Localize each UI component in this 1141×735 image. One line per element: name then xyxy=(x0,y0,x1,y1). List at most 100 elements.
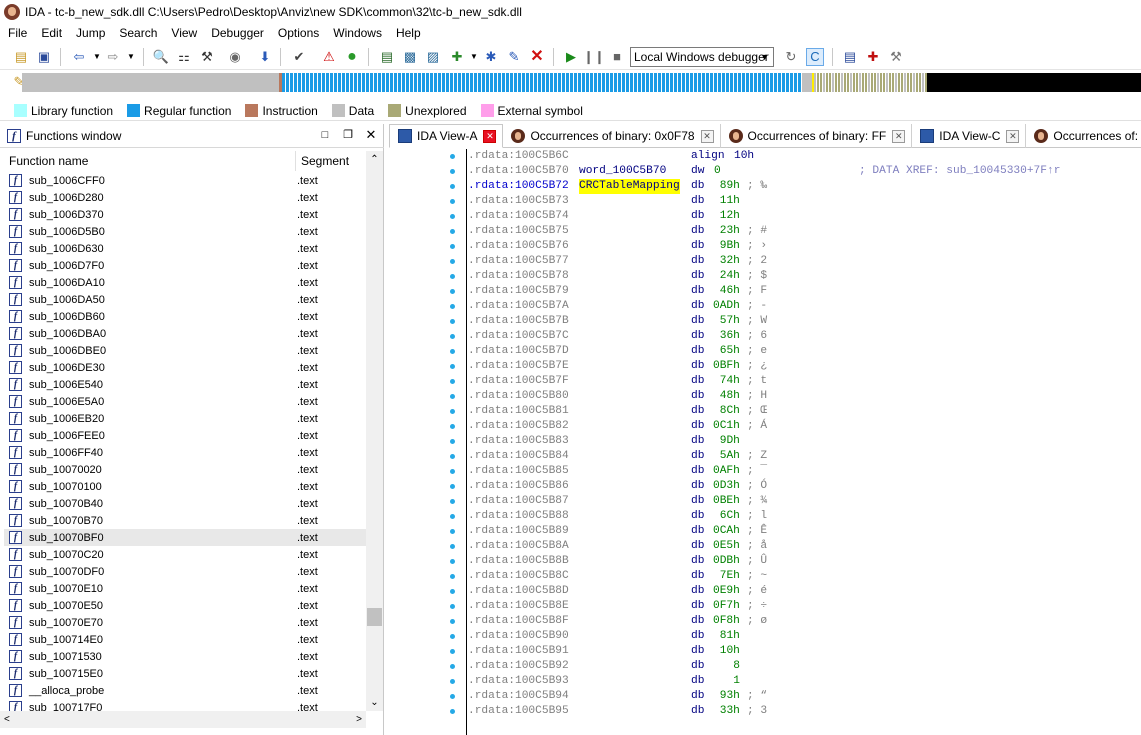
enum-icon[interactable]: ✱ xyxy=(482,48,500,66)
function-row[interactable]: f sub_10070100 .text xyxy=(4,478,366,495)
tools-icon[interactable]: ⚒ xyxy=(887,48,905,66)
navigation-band[interactable] xyxy=(22,73,1141,92)
disasm-line[interactable]: .rdata:100C5B72 CRCTableMapping db 89h ; ‰ xyxy=(450,179,1141,194)
tab-close-icon[interactable]: ✕ xyxy=(483,129,497,143)
disasm-xref-comment[interactable]: ; DATA XREF: sub_10045330+7F↑r xyxy=(859,164,1060,179)
disassembly-listing[interactable]: .rdata:100C5B6C align 10h .rdata:100C5B70 wo… xyxy=(450,149,1141,719)
disasm-line[interactable]: .rdata:100C5B7B db 57h ; W xyxy=(450,314,1141,329)
scroll-down-icon[interactable]: ⌄ xyxy=(366,694,383,711)
disasm-line[interactable]: .rdata:100C5B8E db 0F7h ; ÷ xyxy=(450,599,1141,614)
horizontal-scrollbar[interactable]: < > xyxy=(0,711,366,728)
scroll-up-icon[interactable]: ⌃ xyxy=(366,151,383,168)
disasm-line[interactable]: .rdata:100C5B73 db 11h xyxy=(450,194,1141,209)
disasm-line[interactable]: .rdata:100C5B8D db 0E9h ; é xyxy=(450,584,1141,599)
disasm-line[interactable]: .rdata:100C5B6C align 10h xyxy=(450,149,1141,164)
disasm-line[interactable]: .rdata:100C5B8C db 7Eh ; ~ xyxy=(450,569,1141,584)
disasm-line[interactable]: .rdata:100C5B84 db 5Ah ; Z xyxy=(450,449,1141,464)
menu-file[interactable]: File xyxy=(0,24,34,43)
disasm-line[interactable]: .rdata:100C5B74 db 12h xyxy=(450,209,1141,224)
function-row[interactable]: f sub_1006D7F0 .text xyxy=(4,257,366,274)
disasm-line[interactable]: .rdata:100C5B90 db 81h xyxy=(450,629,1141,644)
stop-icon[interactable]: ■ xyxy=(608,48,626,66)
function-row[interactable]: f sub_10070B40 .text xyxy=(4,495,366,512)
create-data-icon[interactable]: ▩ xyxy=(401,48,419,66)
tab-ida-view-c[interactable]: IDA View-C ✕ xyxy=(912,124,1027,148)
patch-icon[interactable]: ✔ xyxy=(290,48,308,66)
float-icon[interactable]: ❐ xyxy=(341,128,355,142)
function-row[interactable]: f sub_1006D280 .text xyxy=(4,189,366,206)
function-row[interactable]: f sub_10070DF0 .text xyxy=(4,563,366,580)
function-row[interactable]: f sub_10070E10 .text xyxy=(4,580,366,597)
open-icon[interactable]: ▤ xyxy=(12,48,30,66)
disasm-line[interactable]: .rdata:100C5B7C db 36h ; 6 xyxy=(450,329,1141,344)
tab-close-icon[interactable]: ✕ xyxy=(700,129,714,143)
function-row[interactable]: f sub_100714E0 .text xyxy=(4,631,366,648)
vertical-scrollbar[interactable]: ⌃ ⌄ xyxy=(366,151,383,711)
restore-icon[interactable]: □ xyxy=(318,128,332,142)
function-row[interactable]: f sub_10070BF0 .text xyxy=(4,529,366,546)
function-row[interactable]: f sub_1006DBE0 .text xyxy=(4,342,366,359)
trace-icon[interactable]: ▤ xyxy=(841,48,859,66)
disasm-line[interactable]: .rdata:100C5B7F db 74h ; t xyxy=(450,374,1141,389)
function-row[interactable]: f sub_1006DA50 .text xyxy=(4,291,366,308)
function-row[interactable]: f sub_10070E70 .text xyxy=(4,614,366,631)
disasm-line[interactable]: .rdata:100C5B78 db 24h ; $ xyxy=(450,269,1141,284)
function-row[interactable]: f sub_10070B70 .text xyxy=(4,512,366,529)
debugger-select[interactable]: Local Windows debugger ▼ xyxy=(630,47,774,67)
function-row[interactable]: f sub_1006E5A0 .text xyxy=(4,393,366,410)
disasm-line[interactable]: .rdata:100C5B92 db 8 xyxy=(450,659,1141,674)
binoculars-icon[interactable]: ◉ xyxy=(226,48,244,66)
run-icon[interactable]: ▶ xyxy=(562,48,580,66)
menu-help[interactable]: Help xyxy=(389,24,428,43)
disasm-line[interactable]: .rdata:100C5B7A db 0ADh ; - xyxy=(450,299,1141,314)
create-string-icon[interactable]: ▨ xyxy=(424,48,442,66)
menu-view[interactable]: View xyxy=(164,24,204,43)
function-row[interactable]: f sub_10071530 .text xyxy=(4,648,366,665)
function-row[interactable]: f sub_1006E540 .text xyxy=(4,376,366,393)
disasm-line[interactable]: .rdata:100C5B7E db 0BFh ; ¿ xyxy=(450,359,1141,374)
scroll-left-icon[interactable]: < xyxy=(4,711,10,728)
function-row[interactable]: f sub_10070E50 .text xyxy=(4,597,366,614)
function-row[interactable]: f sub_1006DA10 .text xyxy=(4,274,366,291)
close-icon[interactable]: ✕ xyxy=(364,128,378,142)
function-row[interactable]: f sub_1006CFF0 .text xyxy=(4,172,366,189)
search-immediate-icon[interactable]: ⚒ xyxy=(198,48,216,66)
menu-search[interactable]: Search xyxy=(112,24,164,43)
disasm-label[interactable]: CRCTableMapping xyxy=(579,179,680,194)
tab-occurrences-of-binary-0x0f78[interactable]: Occurrences of binary: 0x0F78 ✕ xyxy=(503,124,721,148)
tab-occurrences-of-c[interactable]: Occurrences of: c xyxy=(1026,124,1141,148)
disasm-line[interactable]: .rdata:100C5B94 db 93h ; “ xyxy=(450,689,1141,704)
column-segment[interactable]: Segment xyxy=(296,151,349,171)
disasm-line[interactable]: .rdata:100C5B79 db 46h ; F xyxy=(450,284,1141,299)
function-row[interactable]: f sub_1006D5B0 .text xyxy=(4,223,366,240)
disasm-line[interactable]: .rdata:100C5B80 db 48h ; H xyxy=(450,389,1141,404)
function-row[interactable]: f sub_1006DE30 .text xyxy=(4,359,366,376)
disasm-line[interactable]: .rdata:100C5B75 db 23h ; # xyxy=(450,224,1141,239)
scroll-right-icon[interactable]: > xyxy=(356,711,362,728)
search-text-icon[interactable]: ⚏ xyxy=(175,48,193,66)
search-binary-icon[interactable]: 🔍 xyxy=(152,48,170,66)
disasm-line[interactable]: .rdata:100C5B89 db 0CAh ; Ê xyxy=(450,524,1141,539)
tab-occurrences-of-binary-ff[interactable]: Occurrences of binary: FF ✕ xyxy=(721,124,913,148)
run-to-cursor-icon[interactable]: C xyxy=(806,48,824,66)
tab-ida-view-a[interactable]: IDA View-A ✕ xyxy=(389,124,504,148)
disasm-line[interactable]: .rdata:100C5B8B db 0DBh ; Û xyxy=(450,554,1141,569)
disasm-label[interactable]: word_100C5B70 xyxy=(579,164,666,179)
disasm-line[interactable]: .rdata:100C5B95 db 33h ; 3 xyxy=(450,704,1141,719)
disasm-line[interactable]: .rdata:100C5B86 db 0D3h ; Ó xyxy=(450,479,1141,494)
disasm-line[interactable]: .rdata:100C5B85 db 0AFh ; ¯ xyxy=(450,464,1141,479)
function-row[interactable]: f sub_1006DBA0 .text xyxy=(4,325,366,342)
menu-jump[interactable]: Jump xyxy=(69,24,112,43)
function-row[interactable]: f sub_1006D630 .text xyxy=(4,240,366,257)
disasm-line[interactable]: .rdata:100C5B83 db 9Dh xyxy=(450,434,1141,449)
save-icon[interactable]: ▣ xyxy=(35,48,53,66)
function-row[interactable]: f sub_1006EB20 .text xyxy=(4,410,366,427)
function-row[interactable]: f sub_1006D370 .text xyxy=(4,206,366,223)
disasm-line[interactable]: .rdata:100C5B76 db 9Bh ; › xyxy=(450,239,1141,254)
disasm-line[interactable]: .rdata:100C5B7D db 65h ; e xyxy=(450,344,1141,359)
jump-down-icon[interactable]: ⬇ xyxy=(256,48,274,66)
column-function-name[interactable]: Function name xyxy=(4,151,296,171)
rename-icon[interactable]: ✎ xyxy=(505,48,523,66)
breakpoint-icon[interactable]: ✚ xyxy=(864,48,882,66)
green-circle-icon[interactable]: ● xyxy=(343,48,361,66)
